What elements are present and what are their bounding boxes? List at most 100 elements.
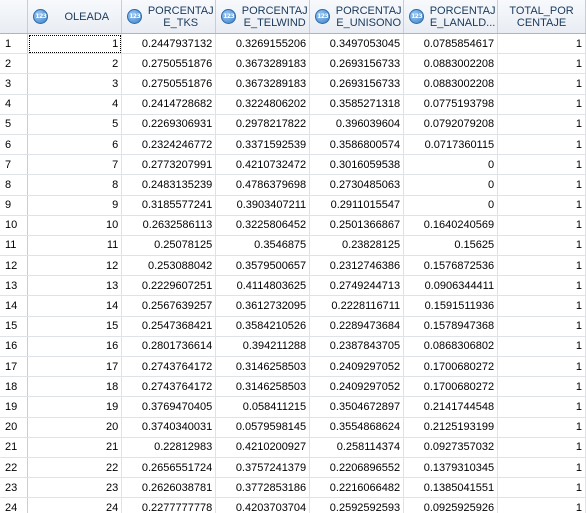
table-row[interactable]: 19 19 0.3769470405 0.058411215 0.3504672897 0… <box>0 396 586 418</box>
table-row[interactable]: 11 11 0.25078125 0.3546875 0.23828125 0.15625… <box>0 235 586 257</box>
cell-telwind[interactable]: 0.3673289183 <box>215 73 311 95</box>
cell-oleada[interactable]: 22 <box>27 457 123 479</box>
row-number[interactable]: 1 <box>0 33 29 55</box>
cell-lanaldi[interactable]: 0 <box>403 154 499 176</box>
cell-telwind[interactable]: 0.3546875 <box>215 235 311 257</box>
cell-lanaldi[interactable]: 0.0883002208 <box>403 73 499 95</box>
row-number[interactable]: 22 <box>0 457 29 479</box>
data-grid[interactable]: 123 OLEADA 123 PORCENTAJ E_TKS 123 PORCEN… <box>0 0 586 513</box>
cell-telwind[interactable]: 0.3579500657 <box>215 255 311 277</box>
cell-oleada[interactable]: 2 <box>27 53 123 75</box>
row-number[interactable]: 19 <box>0 396 29 418</box>
cell-oleada[interactable]: 23 <box>27 477 123 499</box>
cell-total[interactable]: 1 <box>497 73 586 95</box>
cell-total[interactable]: 1 <box>497 275 586 297</box>
cell-telwind[interactable]: 0.4203703704 <box>215 497 311 513</box>
cell-total[interactable]: 1 <box>497 336 586 358</box>
table-row[interactable]: 2 2 0.2750551876 0.3673289183 0.2693156733 0.… <box>0 53 586 75</box>
cell-total[interactable]: 1 <box>497 154 586 176</box>
cell-total[interactable]: 1 <box>497 114 586 135</box>
row-number[interactable]: 21 <box>0 437 29 458</box>
cell-telwind[interactable]: 0.2978217822 <box>215 114 311 135</box>
cell-unisono[interactable]: 0.2387843705 <box>309 336 405 358</box>
cell-lanaldi[interactable]: 0.0906344411 <box>403 275 499 297</box>
cell-telwind[interactable]: 0.3146258503 <box>215 356 311 378</box>
column-header-porcentaje-lanaldi[interactable]: 123 PORCENTAJ E_LANALD... <box>403 0 499 34</box>
cell-oleada[interactable]: 14 <box>27 295 123 317</box>
cell-oleada[interactable]: 11 <box>27 235 123 257</box>
cell-lanaldi[interactable]: 0.1578947368 <box>403 316 499 337</box>
cell-total[interactable]: 1 <box>497 174 586 196</box>
cell-total[interactable]: 1 <box>497 316 586 337</box>
cell-lanaldi[interactable]: 0 <box>403 195 499 216</box>
cell-oleada[interactable]: 10 <box>27 215 123 236</box>
cell-unisono[interactable]: 0.3554868624 <box>309 417 405 438</box>
cell-telwind[interactable]: 0.3225806452 <box>215 215 311 236</box>
cell-lanaldi[interactable]: 0.0717360115 <box>403 134 499 156</box>
cell-tks[interactable]: 0.2547368421 <box>121 316 217 337</box>
cell-telwind[interactable]: 0.3757241379 <box>215 457 311 479</box>
cell-oleada[interactable]: 1 <box>27 33 123 55</box>
cell-oleada[interactable]: 7 <box>27 154 123 176</box>
row-number[interactable]: 11 <box>0 235 29 257</box>
row-number[interactable]: 4 <box>0 94 29 115</box>
cell-total[interactable]: 1 <box>497 417 586 438</box>
column-header-porcentaje-telwind[interactable]: 123 PORCENTAJ E_TELWIND <box>215 0 311 34</box>
cell-tks[interactable]: 0.2743764172 <box>121 356 217 378</box>
cell-lanaldi[interactable]: 0.0927357032 <box>403 437 499 458</box>
cell-total[interactable]: 1 <box>497 94 586 115</box>
cell-total[interactable]: 1 <box>497 255 586 277</box>
table-row[interactable]: 20 20 0.3740340031 0.0579598145 0.3554868624… <box>0 417 586 438</box>
cell-oleada[interactable]: 16 <box>27 336 123 358</box>
cell-unisono[interactable]: 0.3016059538 <box>309 154 405 176</box>
cell-telwind[interactable]: 0.058411215 <box>215 396 311 418</box>
cell-telwind[interactable]: 0.3612732095 <box>215 295 311 317</box>
table-row[interactable]: 21 21 0.22812983 0.4210200927 0.258114374 0.0… <box>0 437 586 458</box>
cell-total[interactable]: 1 <box>497 33 586 55</box>
table-row[interactable]: 22 22 0.2656551724 0.3757241379 0.2206896552… <box>0 457 586 479</box>
cell-total[interactable]: 1 <box>497 195 586 216</box>
cell-tks[interactable]: 0.2773207991 <box>121 154 217 176</box>
cell-unisono[interactable]: 0.23828125 <box>309 235 405 257</box>
cell-unisono[interactable]: 0.2216066482 <box>309 477 405 499</box>
table-row[interactable]: 18 18 0.2743764172 0.3146258503 0.2409297052… <box>0 376 586 398</box>
cell-tks[interactable]: 0.2626038781 <box>121 477 217 499</box>
cell-lanaldi[interactable]: 0.1591511936 <box>403 295 499 317</box>
table-row[interactable]: 17 17 0.2743764172 0.3146258503 0.2409297052… <box>0 356 586 378</box>
column-header-total-porcentaje[interactable]: TOTAL_POR CENTAJE <box>497 0 586 34</box>
cell-telwind[interactable]: 0.4210732472 <box>215 154 311 176</box>
cell-unisono[interactable]: 0.3497053045 <box>309 33 405 55</box>
table-row[interactable]: 23 23 0.2626038781 0.3772853186 0.2216066482… <box>0 477 586 499</box>
cell-unisono[interactable]: 0.2749244713 <box>309 275 405 297</box>
row-number[interactable]: 23 <box>0 477 29 499</box>
row-header-corner[interactable] <box>0 0 29 34</box>
row-number[interactable]: 2 <box>0 53 29 75</box>
cell-oleada[interactable]: 18 <box>27 376 123 398</box>
cell-telwind[interactable]: 0.394211288 <box>215 336 311 358</box>
row-number[interactable]: 14 <box>0 295 29 317</box>
row-number[interactable]: 12 <box>0 255 29 277</box>
table-row[interactable]: 3 3 0.2750551876 0.3673289183 0.2693156733 0.… <box>0 73 586 95</box>
row-number[interactable]: 16 <box>0 336 29 358</box>
table-row[interactable]: 8 8 0.2483135239 0.4786379698 0.2730485063 0 1 <box>0 174 586 196</box>
row-number[interactable]: 10 <box>0 215 29 236</box>
cell-oleada[interactable]: 13 <box>27 275 123 297</box>
table-row[interactable]: 7 7 0.2773207991 0.4210732472 0.3016059538 0 1 <box>0 154 586 176</box>
cell-tks[interactable]: 0.22812983 <box>121 437 217 458</box>
cell-lanaldi[interactable]: 0.1576872536 <box>403 255 499 277</box>
row-number[interactable]: 18 <box>0 376 29 398</box>
cell-unisono[interactable]: 0.2730485063 <box>309 174 405 196</box>
column-header-porcentaje-tks[interactable]: 123 PORCENTAJ E_TKS <box>121 0 217 34</box>
row-number[interactable]: 20 <box>0 417 29 438</box>
cell-unisono[interactable]: 0.2501366867 <box>309 215 405 236</box>
cell-telwind[interactable]: 0.3371592539 <box>215 134 311 156</box>
cell-oleada[interactable]: 15 <box>27 316 123 337</box>
cell-oleada[interactable]: 8 <box>27 174 123 196</box>
table-row[interactable]: 16 16 0.2801736614 0.394211288 0.2387843705 0… <box>0 336 586 358</box>
cell-tks[interactable]: 0.2414728682 <box>121 94 217 115</box>
table-row[interactable]: 9 9 0.3185577241 0.3903407211 0.2911015547 0 1 <box>0 195 586 216</box>
cell-oleada[interactable]: 5 <box>27 114 123 135</box>
cell-lanaldi[interactable]: 0.0925925926 <box>403 497 499 513</box>
table-row[interactable]: 10 10 0.2632586113 0.3225806452 0.2501366867… <box>0 215 586 236</box>
cell-unisono[interactable]: 0.3586800574 <box>309 134 405 156</box>
